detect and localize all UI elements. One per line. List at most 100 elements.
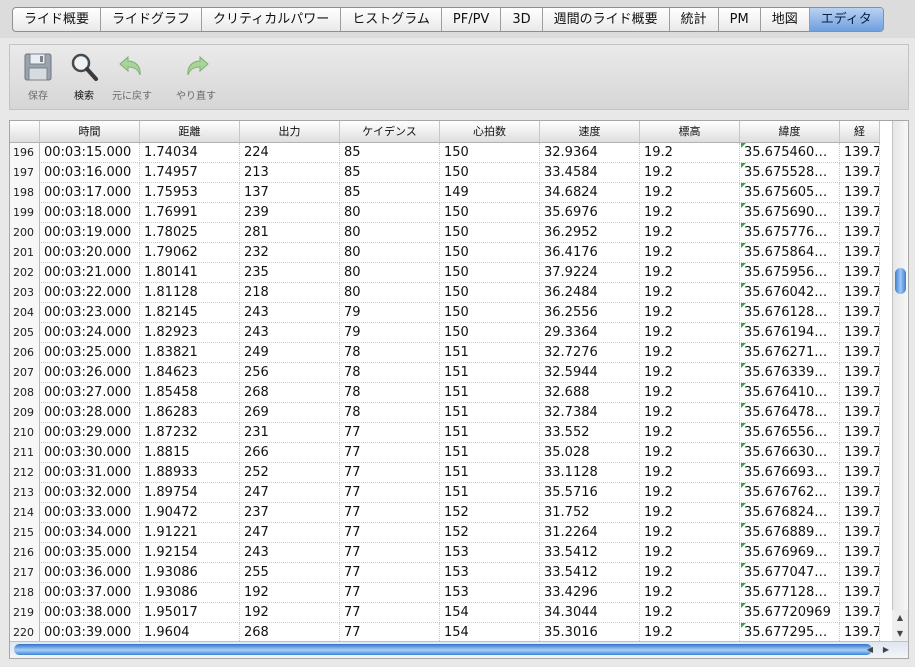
column-header[interactable]: 出力	[240, 121, 340, 142]
table-cell[interactable]: 150	[440, 263, 540, 283]
table-cell[interactable]: 1.74034	[140, 143, 240, 163]
table-cell[interactable]: 154	[440, 623, 540, 643]
table-cell[interactable]: 139.7	[840, 323, 880, 343]
table-cell[interactable]: 151	[440, 383, 540, 403]
table-cell[interactable]: 32.5944	[540, 363, 640, 383]
table-cell[interactable]: 00:03:36.000	[40, 563, 140, 583]
table-cell[interactable]: 139.7	[840, 143, 880, 163]
table-cell[interactable]: 33.552	[540, 423, 640, 443]
table-cell[interactable]: 35.675776…	[740, 223, 840, 243]
table-cell[interactable]: 19.2	[640, 343, 740, 363]
table-cell[interactable]: 19.2	[640, 623, 740, 643]
table-cell[interactable]: 19.2	[640, 183, 740, 203]
scroll-left-arrow-icon[interactable]: ◀	[862, 643, 878, 657]
table-cell[interactable]: 77	[340, 503, 440, 523]
table-cell[interactable]: 19.2	[640, 583, 740, 603]
table-cell[interactable]: 19.2	[640, 263, 740, 283]
table-cell[interactable]: 77	[340, 603, 440, 623]
table-cell[interactable]: 153	[440, 563, 540, 583]
table-cell[interactable]: 33.4296	[540, 583, 640, 603]
table-cell[interactable]: 00:03:23.000	[40, 303, 140, 323]
table-cell[interactable]: 237	[240, 503, 340, 523]
table-cell[interactable]: 154	[440, 603, 540, 623]
table-cell[interactable]: 77	[340, 623, 440, 643]
table-cell[interactable]: 80	[340, 243, 440, 263]
column-header[interactable]	[10, 121, 40, 142]
table-cell[interactable]: 77	[340, 543, 440, 563]
table-row[interactable]: 203 00:03:22.000 1.81128 218 80 150 36.2484 19.…	[10, 283, 880, 303]
table-cell[interactable]: 78	[340, 343, 440, 363]
table-cell[interactable]: 268	[240, 623, 340, 643]
table-cell[interactable]: 19.2	[640, 563, 740, 583]
table-cell[interactable]: 1.8815	[140, 443, 240, 463]
tab-8[interactable]: PM	[717, 8, 760, 31]
tab-6[interactable]: 週間のライド概要	[541, 8, 669, 31]
table-cell[interactable]: 139.7	[840, 203, 880, 223]
table-cell[interactable]: 35.028	[540, 443, 640, 463]
table-cell[interactable]: 00:03:15.000	[40, 143, 140, 163]
table-cell[interactable]: 00:03:16.000	[40, 163, 140, 183]
table-cell[interactable]: 00:03:37.000	[40, 583, 140, 603]
table-cell[interactable]: 19.2	[640, 443, 740, 463]
table-cell[interactable]: 139.7	[840, 443, 880, 463]
table-cell[interactable]: 35.676824…	[740, 503, 840, 523]
table-cell[interactable]: 243	[240, 323, 340, 343]
table-cell[interactable]: 77	[340, 443, 440, 463]
table-cell[interactable]: 35.676339…	[740, 363, 840, 383]
save-button[interactable]: 保存	[12, 49, 64, 107]
table-row[interactable]: 215 00:03:34.000 1.91221 247 77 152 31.2264 19.…	[10, 523, 880, 543]
table-cell[interactable]: 78	[340, 383, 440, 403]
table-cell[interactable]: 150	[440, 243, 540, 263]
table-cell[interactable]: 19.2	[640, 603, 740, 623]
table-row[interactable]: 197 00:03:16.000 1.74957 213 85 150 33.4584 19.…	[10, 163, 880, 183]
table-cell[interactable]: 19.2	[640, 323, 740, 343]
table-cell[interactable]: 33.5412	[540, 543, 640, 563]
table-row[interactable]: 210 00:03:29.000 1.87232 231 77 151 33.552 19.2…	[10, 423, 880, 443]
table-cell[interactable]: 19.2	[640, 283, 740, 303]
table-cell[interactable]: 1.90472	[140, 503, 240, 523]
table-cell[interactable]: 80	[340, 203, 440, 223]
table-cell[interactable]: 224	[240, 143, 340, 163]
table-cell[interactable]: 00:03:26.000	[40, 363, 140, 383]
data-table[interactable]: 時間 距離 出力 ケイデンス 心拍数 速度 標高 緯度経 196 00:03:15.000 1.7…	[9, 120, 909, 659]
table-cell[interactable]: 152	[440, 523, 540, 543]
table-cell[interactable]: 243	[240, 543, 340, 563]
table-cell[interactable]: 00:03:27.000	[40, 383, 140, 403]
table-cell[interactable]: 139.7	[840, 543, 880, 563]
table-cell[interactable]: 00:03:20.000	[40, 243, 140, 263]
table-cell[interactable]: 268	[240, 383, 340, 403]
table-cell[interactable]: 35.677047…	[740, 563, 840, 583]
table-cell[interactable]: 1.95017	[140, 603, 240, 623]
table-cell[interactable]: 255	[240, 563, 340, 583]
table-cell[interactable]: 1.84623	[140, 363, 240, 383]
table-cell[interactable]: 80	[340, 283, 440, 303]
table-cell[interactable]: 00:03:35.000	[40, 543, 140, 563]
table-cell[interactable]: 247	[240, 483, 340, 503]
table-cell[interactable]: 1.81128	[140, 283, 240, 303]
table-cell[interactable]: 1.74957	[140, 163, 240, 183]
column-header[interactable]: 経	[840, 121, 880, 142]
table-cell[interactable]: 00:03:28.000	[40, 403, 140, 423]
table-cell[interactable]: 35.676042…	[740, 283, 840, 303]
table-cell[interactable]: 1.82145	[140, 303, 240, 323]
table-cell[interactable]: 1.76991	[140, 203, 240, 223]
table-cell[interactable]: 34.6824	[540, 183, 640, 203]
table-cell[interactable]: 1.87232	[140, 423, 240, 443]
table-cell[interactable]: 35.676410…	[740, 383, 840, 403]
table-cell[interactable]: 19.2	[640, 143, 740, 163]
table-row[interactable]: 202 00:03:21.000 1.80141 235 80 150 37.9224 19.…	[10, 263, 880, 283]
table-row[interactable]: 205 00:03:24.000 1.82923 243 79 150 29.3364 19.…	[10, 323, 880, 343]
table-cell[interactable]: 149	[440, 183, 540, 203]
table-cell[interactable]: 151	[440, 423, 540, 443]
table-cell[interactable]: 00:03:32.000	[40, 483, 140, 503]
table-cell[interactable]: 36.4176	[540, 243, 640, 263]
table-cell[interactable]: 35.676762…	[740, 483, 840, 503]
column-header[interactable]: 距離	[140, 121, 240, 142]
table-row[interactable]: 201 00:03:20.000 1.79062 232 80 150 36.4176 19.…	[10, 243, 880, 263]
table-cell[interactable]: 231	[240, 423, 340, 443]
table-cell[interactable]: 1.88933	[140, 463, 240, 483]
table-row[interactable]: 216 00:03:35.000 1.92154 243 77 153 33.5412 19.…	[10, 543, 880, 563]
table-cell[interactable]: 139.7	[840, 243, 880, 263]
table-cell[interactable]: 36.2556	[540, 303, 640, 323]
table-cell[interactable]: 00:03:24.000	[40, 323, 140, 343]
